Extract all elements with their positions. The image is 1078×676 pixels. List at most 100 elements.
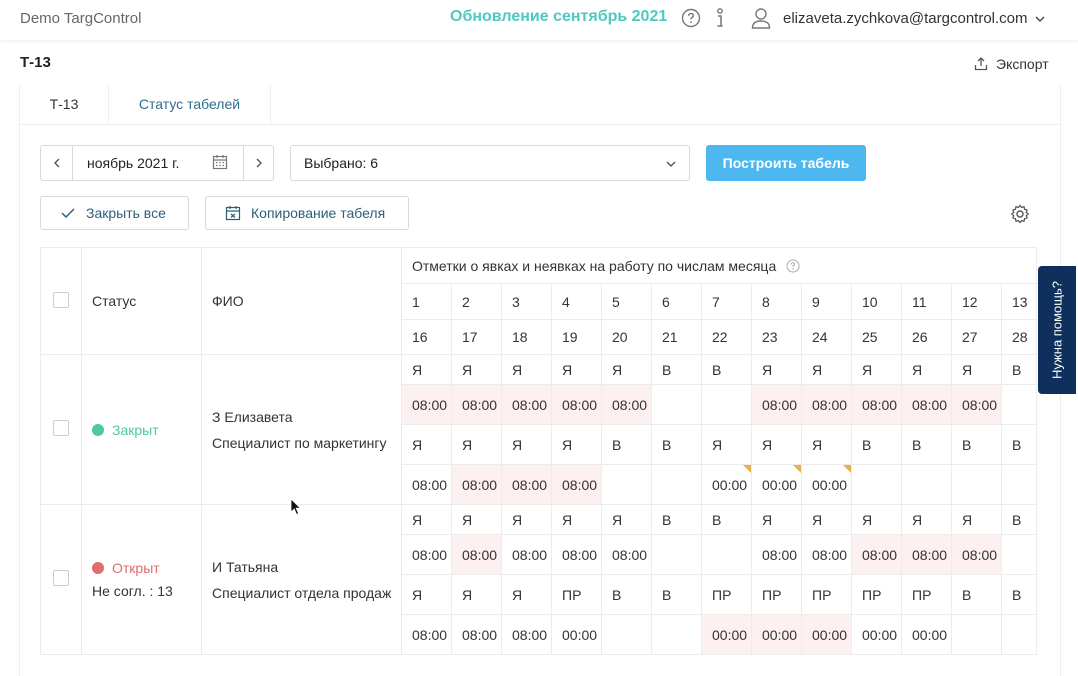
day-cell[interactable]: В <box>651 354 702 385</box>
day-cell[interactable] <box>601 614 652 655</box>
day-cell[interactable]: 00:00 <box>851 614 902 655</box>
chevron-down-icon[interactable] <box>1034 13 1046 25</box>
month-value[interactable]: ноябрь 2021 г. <box>87 155 179 171</box>
help-tab[interactable]: Нужна помощь? <box>1038 266 1076 394</box>
employee-name[interactable]: И Татьяна <box>212 554 401 580</box>
day-cell[interactable]: 08:00 <box>401 534 452 575</box>
day-cell[interactable]: В <box>651 424 702 465</box>
info-icon[interactable] <box>713 7 727 29</box>
day-cell[interactable]: 08:00 <box>451 614 502 655</box>
day-cell[interactable]: 08:00 <box>401 384 452 425</box>
day-cell[interactable]: Я <box>451 424 502 465</box>
close-all-button[interactable]: Закрыть все <box>40 196 189 230</box>
day-cell[interactable]: 08:00 <box>501 384 552 425</box>
day-cell[interactable]: 08:00 <box>951 384 1002 425</box>
day-cell[interactable]: Я <box>851 504 902 535</box>
day-cell[interactable]: 08:00 <box>851 384 902 425</box>
gear-icon[interactable] <box>1010 204 1030 224</box>
day-cell[interactable]: 00:00 <box>751 614 802 655</box>
day-cell[interactable]: Я <box>501 354 552 385</box>
employee-name[interactable]: З Елизавета <box>212 404 401 430</box>
day-cell[interactable] <box>651 384 702 425</box>
day-cell[interactable]: В <box>1000 504 1037 535</box>
day-cell[interactable]: В <box>1000 424 1037 465</box>
day-cell[interactable]: ПР <box>851 574 902 615</box>
day-cell[interactable] <box>1000 384 1037 425</box>
day-cell[interactable]: 08:00 <box>501 534 552 575</box>
day-cell[interactable] <box>951 464 1002 505</box>
day-cell[interactable]: Я <box>401 424 452 465</box>
next-month-button[interactable] <box>243 146 273 180</box>
day-cell[interactable]: 00:00 <box>751 464 802 505</box>
day-cell[interactable]: Я <box>451 504 502 535</box>
day-cell[interactable]: 08:00 <box>551 384 602 425</box>
day-cell[interactable]: ПР <box>901 574 952 615</box>
day-cell[interactable]: 00:00 <box>801 464 852 505</box>
day-cell[interactable]: 00:00 <box>901 614 952 655</box>
day-cell[interactable]: В <box>951 424 1002 465</box>
day-cell[interactable]: Я <box>451 574 502 615</box>
tab-t13[interactable]: Т-13 <box>20 86 108 124</box>
row-checkbox[interactable] <box>53 570 69 586</box>
day-cell[interactable]: Я <box>401 574 452 615</box>
day-cell[interactable]: Я <box>751 424 802 465</box>
day-cell[interactable]: Я <box>501 574 552 615</box>
day-cell[interactable]: 08:00 <box>501 464 552 505</box>
copy-timesheet-button[interactable]: Копирование табеля <box>205 196 409 230</box>
day-cell[interactable]: 08:00 <box>451 464 502 505</box>
day-cell[interactable]: В <box>651 574 702 615</box>
day-cell[interactable]: В <box>1000 574 1037 615</box>
day-cell[interactable]: Я <box>501 504 552 535</box>
day-cell[interactable]: Я <box>951 354 1002 385</box>
update-link[interactable]: Обновление сентябрь 2021 <box>450 8 667 26</box>
day-cell[interactable]: Я <box>801 424 852 465</box>
day-cell[interactable]: 08:00 <box>551 464 602 505</box>
day-cell[interactable] <box>1000 614 1037 655</box>
day-cell[interactable]: Я <box>801 354 852 385</box>
day-cell[interactable]: ПР <box>701 574 752 615</box>
user-email[interactable]: elizaveta.zychkova@targcontrol.com <box>783 10 1028 27</box>
day-cell[interactable]: 08:00 <box>601 384 652 425</box>
user-icon[interactable] <box>751 7 771 29</box>
day-cell[interactable]: В <box>1000 354 1037 385</box>
day-cell[interactable]: Я <box>951 504 1002 535</box>
day-cell[interactable]: В <box>951 574 1002 615</box>
day-cell[interactable]: Я <box>401 354 452 385</box>
day-cell[interactable]: Я <box>501 424 552 465</box>
day-cell[interactable]: 08:00 <box>901 384 952 425</box>
day-cell[interactable]: В <box>651 504 702 535</box>
day-cell[interactable]: Я <box>751 504 802 535</box>
day-cell[interactable]: В <box>701 354 752 385</box>
day-cell[interactable]: 08:00 <box>751 534 802 575</box>
day-cell[interactable]: Я <box>901 504 952 535</box>
tab-timesheet-status[interactable]: Статус табелей <box>108 86 271 124</box>
employee-select[interactable]: Выбрано: 6 <box>290 145 690 181</box>
day-cell[interactable]: В <box>701 504 752 535</box>
day-cell[interactable]: 08:00 <box>951 534 1002 575</box>
day-cell[interactable]: 00:00 <box>801 614 852 655</box>
export-button[interactable]: Экспорт <box>973 54 1049 74</box>
day-cell[interactable]: Я <box>851 354 902 385</box>
day-cell[interactable]: 08:00 <box>401 614 452 655</box>
day-cell[interactable]: ПР <box>801 574 852 615</box>
day-cell[interactable] <box>1000 464 1037 505</box>
day-cell[interactable]: 08:00 <box>501 614 552 655</box>
day-cell[interactable]: В <box>901 424 952 465</box>
prev-month-button[interactable] <box>41 146 73 180</box>
day-cell[interactable]: 08:00 <box>601 534 652 575</box>
day-cell[interactable]: ПР <box>551 574 602 615</box>
day-cell[interactable]: Я <box>701 424 752 465</box>
day-cell[interactable]: Я <box>401 504 452 535</box>
day-cell[interactable]: 08:00 <box>901 534 952 575</box>
day-cell[interactable]: 08:00 <box>801 534 852 575</box>
day-cell[interactable]: 08:00 <box>801 384 852 425</box>
day-cell[interactable] <box>651 464 702 505</box>
day-cell[interactable] <box>601 464 652 505</box>
day-cell[interactable]: Я <box>601 354 652 385</box>
day-cell[interactable]: 08:00 <box>401 464 452 505</box>
day-cell[interactable]: 08:00 <box>451 384 502 425</box>
day-cell[interactable]: Я <box>751 354 802 385</box>
day-cell[interactable]: В <box>851 424 902 465</box>
day-cell[interactable]: 08:00 <box>451 534 502 575</box>
row-checkbox[interactable] <box>53 420 69 436</box>
